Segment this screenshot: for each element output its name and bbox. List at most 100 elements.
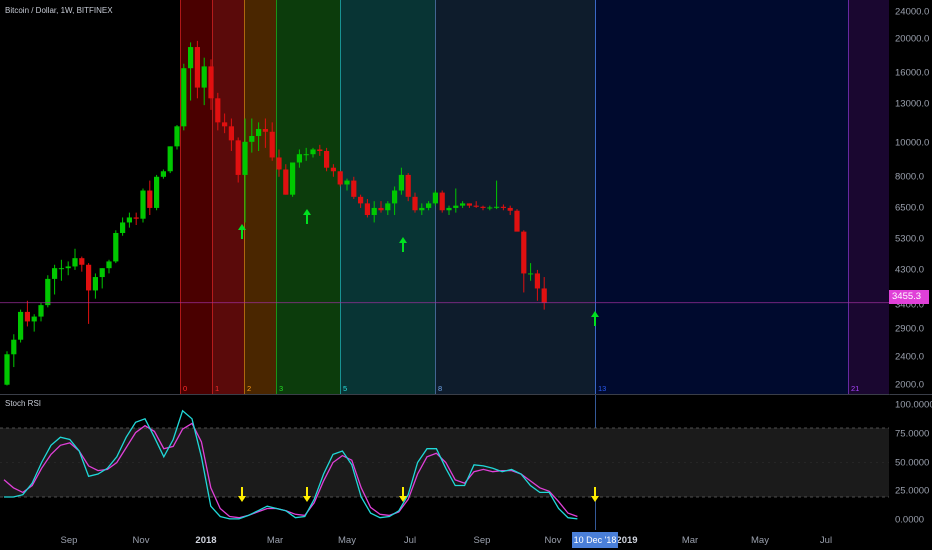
- candle-body: [364, 203, 370, 216]
- candle-body: [541, 288, 547, 303]
- price-axis-tick: 2000.0: [895, 379, 925, 391]
- candle-body: [310, 149, 316, 155]
- candle-body: [24, 311, 30, 322]
- candle-body: [38, 305, 44, 317]
- price-axis-tick: 2400.0: [895, 351, 925, 363]
- price-axis[interactable]: 24000.0 20000.0 16000.0 13000.0 10000.0 8000.…: [889, 0, 932, 394]
- candle-body: [351, 180, 357, 197]
- candle-body: [79, 258, 85, 265]
- candle-body: [201, 66, 207, 88]
- price-axis-tick: 20000.0: [895, 33, 930, 45]
- candle-body: [86, 264, 92, 291]
- time-axis-tick: Jul: [403, 535, 417, 546]
- fib-zone-bg-8: [435, 0, 595, 394]
- arrow-shaft: [594, 316, 596, 326]
- arrow-shaft: [594, 487, 596, 497]
- candle-body: [140, 190, 146, 219]
- candle-body: [317, 149, 323, 152]
- fib-zone-label-2: 2: [247, 384, 251, 393]
- fib-zone-label-1: 1: [215, 384, 219, 393]
- stoch-rsi-axis[interactable]: 100.0000 75.0000 50.0000 25.0000 0.0000: [889, 395, 932, 530]
- candle-body: [242, 141, 248, 175]
- candle-body: [11, 339, 17, 355]
- candle-body: [507, 207, 513, 211]
- fib-zone-label-3: 3: [279, 384, 283, 393]
- candle-body: [466, 203, 472, 206]
- time-axis-tick: 2019: [616, 535, 638, 546]
- candle-body: [453, 205, 459, 208]
- chart-canvas[interactable]: 0 1 2 3 5 8 13 21: [0, 0, 932, 550]
- candle-body: [385, 203, 391, 211]
- candle-body: [133, 217, 139, 219]
- candle-body: [31, 316, 37, 322]
- candle-body: [528, 273, 534, 275]
- fib-zone-label-8: 8: [438, 384, 442, 393]
- arrow-shaft: [402, 242, 404, 252]
- price-axis-tick: 16000.0: [895, 67, 930, 79]
- candle-body: [147, 190, 153, 208]
- candle-body: [262, 129, 268, 132]
- candle-body: [283, 169, 289, 195]
- candle-body: [269, 131, 275, 158]
- candle-body: [174, 126, 180, 147]
- time-axis-tick: Mar: [266, 535, 284, 546]
- candle-body: [521, 231, 527, 274]
- price-axis-tick: 5300.0: [895, 233, 925, 245]
- candle-body: [52, 268, 58, 279]
- arrow-head: [591, 496, 599, 502]
- stoch-rsi-axis-tick: 75.0000: [895, 428, 930, 440]
- candle-body: [534, 273, 540, 289]
- candle-body: [154, 176, 160, 208]
- candle-body: [303, 154, 309, 156]
- price-axis-tick: 13000.0: [895, 98, 930, 110]
- stoch-rsi-axis-tick: 25.0000: [895, 485, 930, 497]
- fib-zone-label-0: 0: [183, 384, 187, 393]
- arrow-shaft: [306, 214, 308, 224]
- time-axis-tick: 2018: [195, 535, 217, 546]
- candle-body: [256, 129, 262, 137]
- fib-zone-bg-13: [595, 0, 848, 394]
- candle-body: [330, 167, 336, 172]
- candle-body: [167, 146, 173, 172]
- candle-body: [215, 98, 221, 123]
- candle-body: [378, 207, 384, 211]
- fib-zone-bg-3: [276, 0, 340, 394]
- candle-body: [58, 268, 64, 270]
- fib-zone-bg-21: [848, 0, 889, 394]
- candle-body: [72, 258, 78, 267]
- last-price-badge: 3455.3: [889, 290, 929, 304]
- candle-body: [460, 203, 466, 206]
- price-axis-tick: 2900.0: [895, 323, 925, 335]
- candle-body: [514, 210, 520, 232]
- candle-body: [439, 192, 445, 211]
- fib-zone-label-13: 13: [598, 384, 606, 393]
- price-axis-tick: 8000.0: [895, 171, 925, 183]
- time-axis-tick: Sep: [473, 535, 491, 546]
- fib-zone-bg-1: [212, 0, 244, 394]
- arrow-shaft: [306, 487, 308, 497]
- arrow-shaft: [241, 229, 243, 239]
- candle-body: [392, 190, 398, 204]
- candle-body: [222, 122, 228, 127]
- candle-body: [188, 47, 194, 69]
- candle-body: [228, 126, 234, 141]
- candle-body: [446, 207, 452, 211]
- candle-body: [296, 154, 302, 163]
- candle-body: [473, 205, 479, 207]
- candle-body: [432, 192, 438, 204]
- symbol-title: Bitcoin / Dollar, 1W, BITFINEX: [5, 6, 113, 15]
- candle-body: [337, 171, 343, 185]
- candle-body: [371, 207, 377, 216]
- candle-body: [487, 207, 493, 209]
- candle-body: [344, 180, 350, 185]
- candle-body: [208, 66, 214, 99]
- candle-body: [494, 206, 500, 208]
- time-axis-tick: Mar: [681, 535, 699, 546]
- candle-body: [99, 268, 105, 278]
- time-axis[interactable]: Sep Nov 2018 Mar May Jul Sep Nov 2019 Mar May Jul: [0, 530, 889, 550]
- price-axis-tick: 24000.0: [895, 6, 930, 18]
- candle-body: [113, 232, 119, 262]
- price-axis-tick: 6500.0: [895, 202, 925, 214]
- arrow-head: [303, 496, 311, 502]
- fib-zone-label-21: 21: [851, 384, 859, 393]
